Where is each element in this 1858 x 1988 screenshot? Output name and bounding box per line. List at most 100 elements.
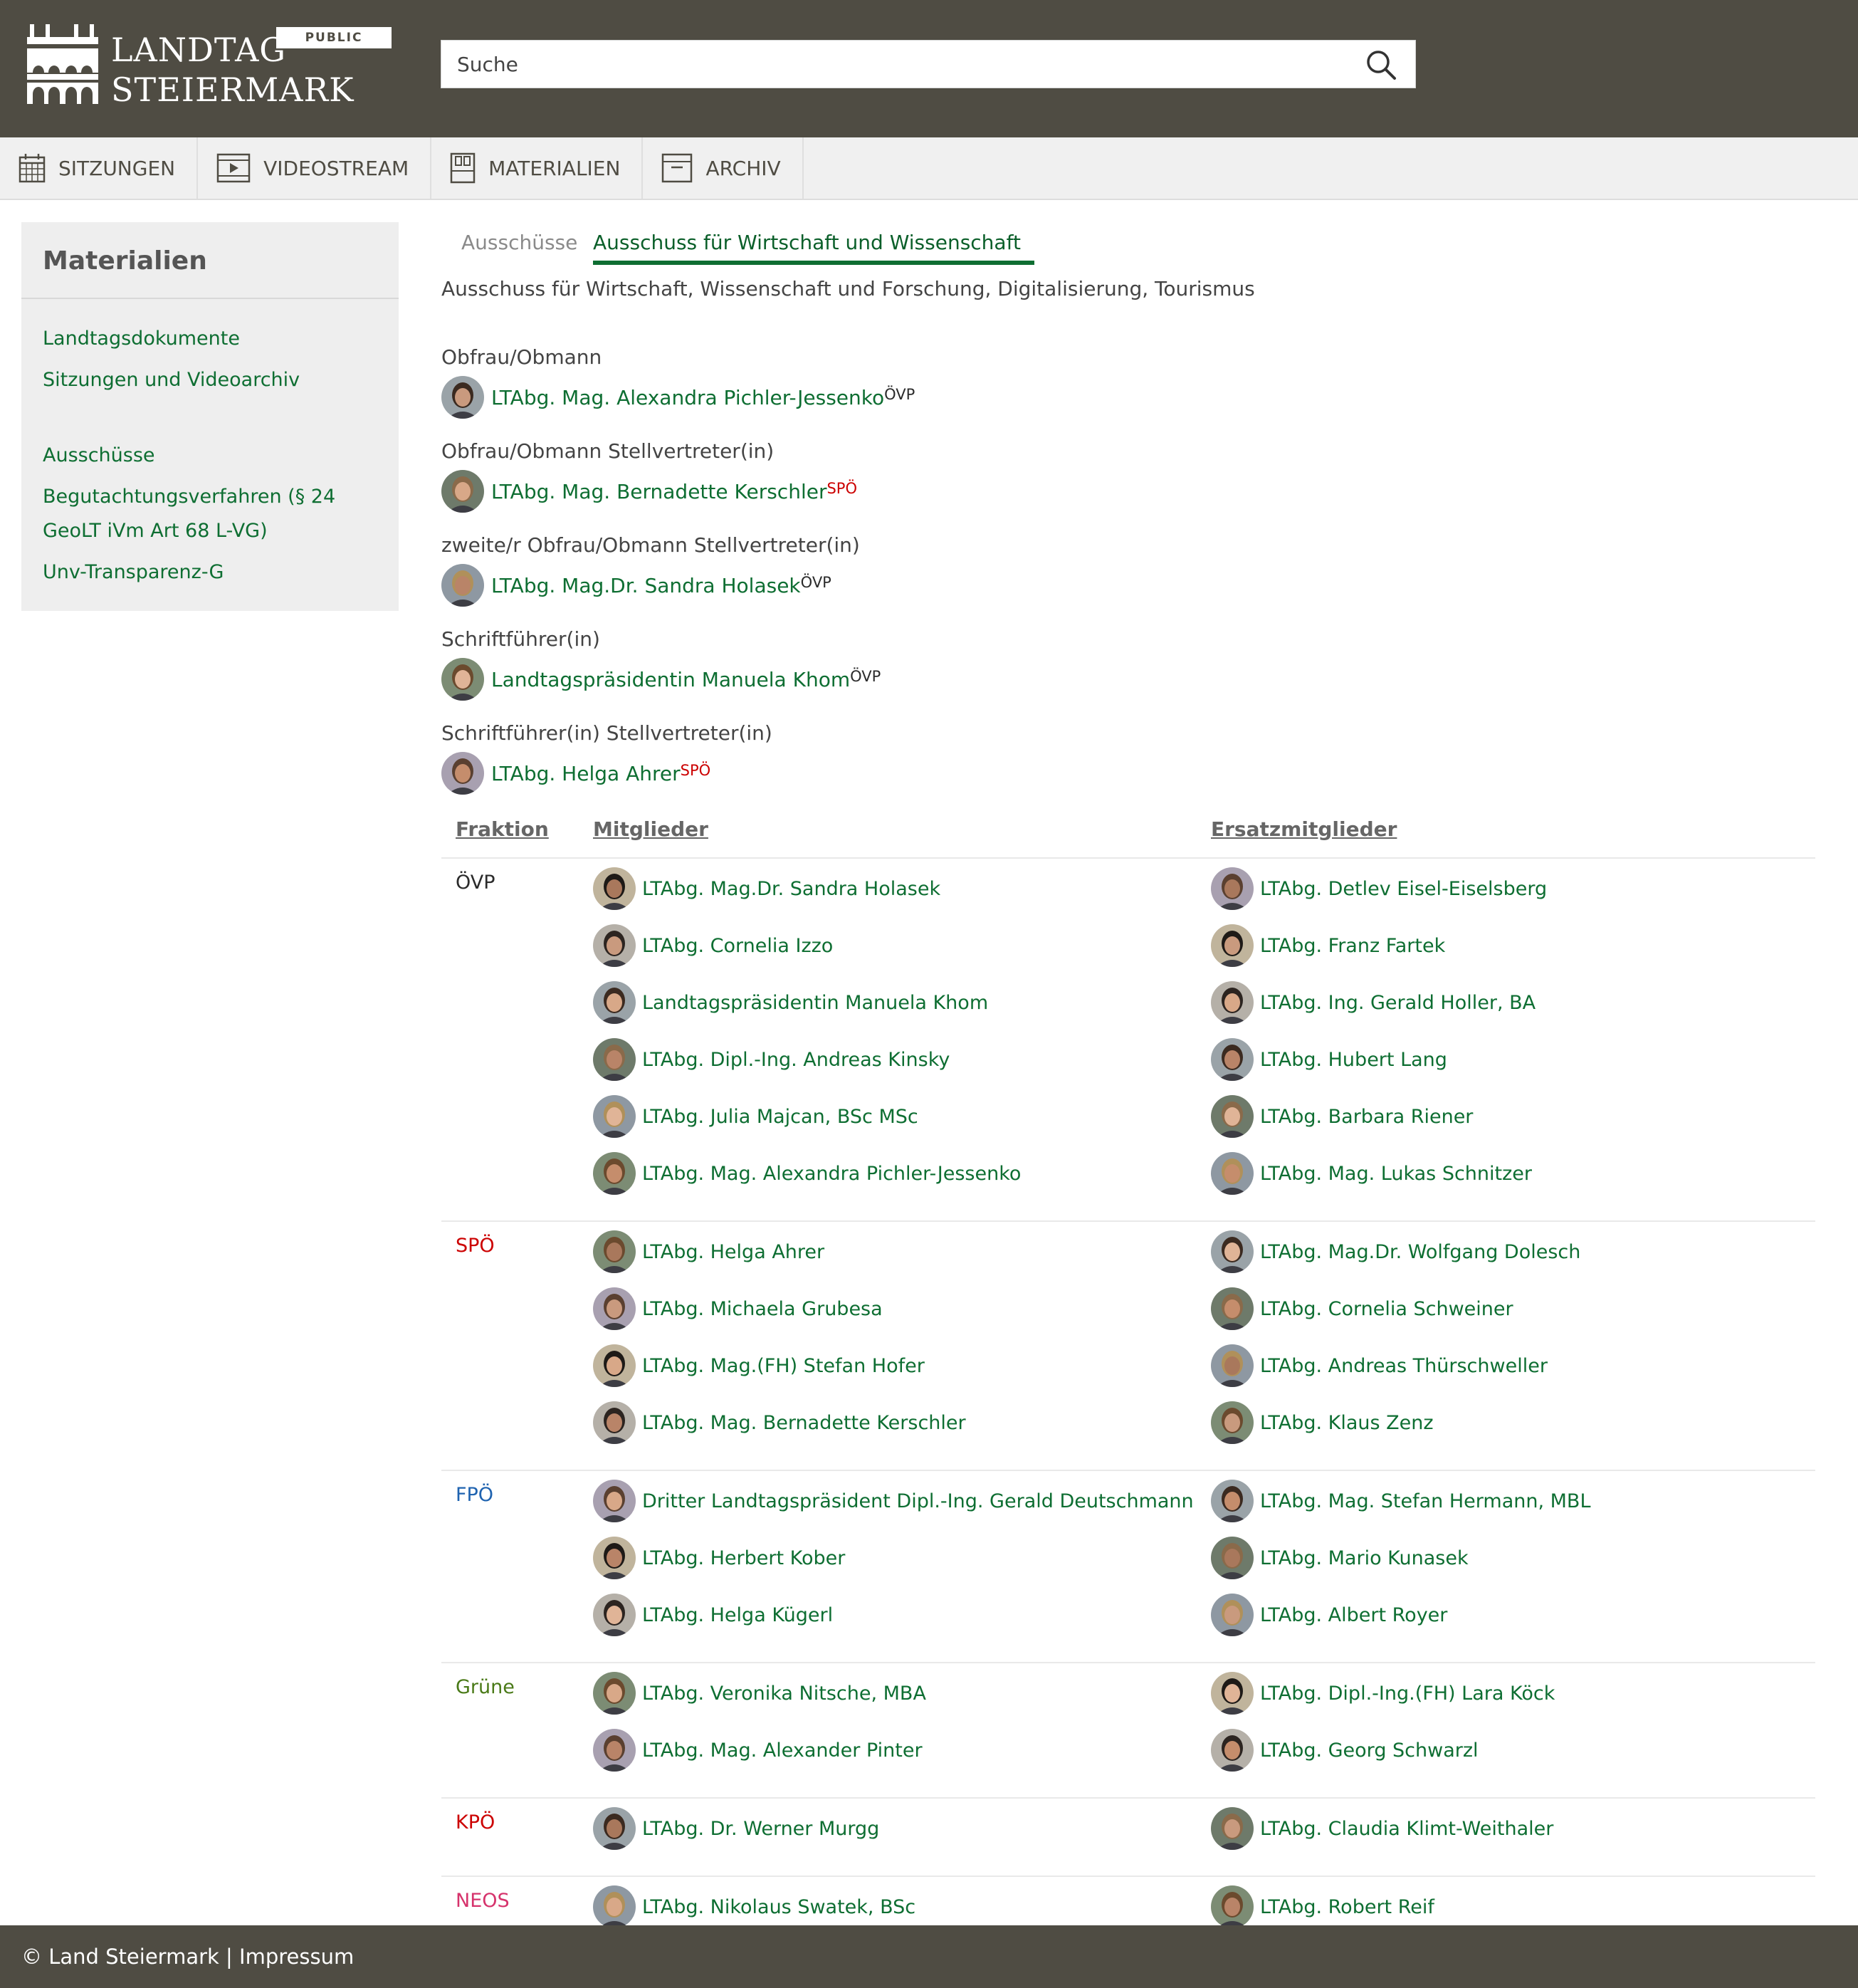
person-link[interactable]: LTAbg. Dipl.-Ing.(FH) Lara Köck [1260,1683,1555,1705]
role-person: LTAbg. Mag.Dr. Sandra Holasek ÖVP [441,564,831,607]
nav-sitzungen[interactable]: SITZUNGEN [0,137,199,199]
person-link[interactable]: Landtagspräsidentin Manuela Khom [491,668,850,691]
avatar[interactable] [1211,924,1254,967]
avatar[interactable] [1211,1344,1254,1387]
sidebar-link-transparenz[interactable]: Unv-Transparenz-G [43,555,370,590]
search-icon[interactable] [1365,49,1397,80]
person-link[interactable]: LTAbg. Julia Majcan, BSc MSc [642,1106,918,1128]
person-link[interactable]: LTAbg. Cornelia Izzo [642,935,833,957]
person-link[interactable]: LTAbg. Ing. Gerald Holler, BA [1260,992,1536,1014]
avatar[interactable] [593,1729,636,1772]
person-link[interactable]: LTAbg. Helga Ahrer [491,762,681,785]
person-link[interactable]: LTAbg. Mag. Lukas Schnitzer [1260,1163,1532,1185]
person-link[interactable]: LTAbg. Hubert Lang [1260,1049,1447,1071]
person-link[interactable]: LTAbg. Mag.(FH) Stefan Hofer [642,1355,925,1377]
avatar[interactable] [593,1885,636,1928]
avatar[interactable] [1211,1038,1254,1081]
avatar[interactable] [1211,1885,1254,1928]
sidebar-link-begutachtung-cont[interactable]: GeoLT iVm Art 68 L-VG) [43,514,370,548]
person-link[interactable]: LTAbg. Klaus Zenz [1260,1412,1434,1434]
person-link[interactable]: LTAbg. Barbara Riener [1260,1106,1473,1128]
impressum-link[interactable]: Impressum [239,1945,354,1969]
avatar[interactable] [593,1230,636,1273]
avatar[interactable] [441,470,484,513]
avatar[interactable] [1211,867,1254,910]
nav-archiv[interactable]: ARCHIV [643,137,804,199]
avatar[interactable] [1211,981,1254,1024]
person-link[interactable]: LTAbg. Robert Reif [1260,1896,1434,1918]
avatar[interactable] [593,981,636,1024]
avatar[interactable] [1211,1095,1254,1138]
person-link[interactable]: LTAbg. Helga Kügerl [642,1604,833,1626]
avatar[interactable] [441,752,484,795]
avatar[interactable] [593,867,636,910]
person-link[interactable]: LTAbg. Mag. Alexandra Pichler-Jessenko [642,1163,1021,1185]
avatar[interactable] [1211,1537,1254,1579]
avatar[interactable] [593,1038,636,1081]
avatar[interactable] [1211,1230,1254,1273]
person-link[interactable]: LTAbg. Mag.Dr. Wolfgang Dolesch [1260,1241,1580,1263]
person-link[interactable]: LTAbg. Nikolaus Swatek, BSc [642,1896,915,1918]
person-link[interactable]: LTAbg. Helga Ahrer [642,1241,824,1263]
avatar[interactable] [593,1480,636,1522]
person-link[interactable]: LTAbg. Mag.Dr. Sandra Holasek [491,574,801,597]
nav-materialien[interactable]: MATERIALIEN [431,137,644,199]
sidebar-link-landtagsdokumente[interactable]: Landtagsdokumente [43,322,370,356]
person-link[interactable]: LTAbg. Mag. Bernadette Kerschler [642,1412,966,1434]
person-link[interactable]: LTAbg. Franz Fartek [1260,935,1445,957]
person-link[interactable]: LTAbg. Michaela Grubesa [642,1298,883,1320]
avatar[interactable] [1211,1729,1254,1772]
tab-committee[interactable]: Ausschuss für Wirtschaft und Wissenschaf… [593,226,1021,259]
header-mitglieder[interactable]: Mitglieder [593,817,708,841]
avatar[interactable] [441,658,484,701]
sidebar-link-ausschuesse[interactable]: Ausschüsse [43,439,370,473]
person-link[interactable]: LTAbg. Mag.Dr. Sandra Holasek [642,878,940,900]
avatar[interactable] [593,1344,636,1387]
person-link[interactable]: Dritter Landtagspräsident Dipl.-Ing. Ger… [642,1490,1194,1512]
avatar[interactable] [441,564,484,607]
avatar[interactable] [593,1537,636,1579]
sidebar-link-sitzungen[interactable]: Sitzungen und Videoarchiv [43,363,370,397]
sidebar-link-begutachtung[interactable]: Begutachtungsverfahren (§ 24 [43,480,370,514]
person-link[interactable]: LTAbg. Mag. Alexandra Pichler-Jessenko [491,386,884,409]
landtag-logo[interactable]: LANDTAG STEIERMARK PUBLIC [27,21,392,109]
person-link[interactable]: LTAbg. Andreas Thürschweller [1260,1355,1548,1377]
avatar[interactable] [1211,1287,1254,1330]
avatar[interactable] [593,1152,636,1195]
person-link[interactable]: LTAbg. Detlev Eisel-Eiselsberg [1260,878,1547,900]
person-link[interactable]: LTAbg. Albert Royer [1260,1604,1447,1626]
search-input[interactable] [441,41,1360,88]
avatar[interactable] [593,1401,636,1444]
avatar[interactable] [1211,1672,1254,1715]
nav-videostream[interactable]: VIDEOSTREAM [198,137,432,199]
header-ersatzmitglieder[interactable]: Ersatzmitglieder [1211,817,1397,841]
party-badge: ÖVP [800,574,831,591]
avatar[interactable] [1211,1807,1254,1850]
avatar[interactable] [1211,1152,1254,1195]
avatar[interactable] [593,1807,636,1850]
avatar[interactable] [1211,1594,1254,1636]
person-link[interactable]: LTAbg. Mario Kunasek [1260,1547,1469,1569]
person-link[interactable]: LTAbg. Georg Schwarzl [1260,1740,1479,1762]
person-link[interactable]: LTAbg. Veronika Nitsche, MBA [642,1683,926,1705]
tab-ausschuesse[interactable]: Ausschüsse [461,226,577,259]
avatar[interactable] [441,376,484,419]
person-link[interactable]: LTAbg. Cornelia Schweiner [1260,1298,1513,1320]
avatar[interactable] [1211,1480,1254,1522]
person-link[interactable]: LTAbg. Dipl.-Ing. Andreas Kinsky [642,1049,950,1071]
person-link[interactable]: LTAbg. Mag. Stefan Hermann, MBL [1260,1490,1591,1512]
person-link[interactable]: Landtagspräsidentin Manuela Khom [642,992,988,1014]
avatar[interactable] [1211,1401,1254,1444]
avatar[interactable] [593,1287,636,1330]
header-fraktion[interactable]: Fraktion [456,817,549,841]
avatar[interactable] [593,924,636,967]
avatar[interactable] [593,1095,636,1138]
person-link[interactable]: LTAbg. Mag. Alexander Pinter [642,1740,923,1762]
person-link[interactable]: LTAbg. Herbert Kober [642,1547,845,1569]
avatar[interactable] [593,1672,636,1715]
person-link[interactable]: LTAbg. Claudia Klimt-Weithaler [1260,1818,1553,1840]
person-link[interactable]: LTAbg. Mag. Bernadette Kerschler [491,480,826,503]
role-person: LTAbg. Mag. Bernadette Kerschler SPÖ [441,470,857,513]
person-link[interactable]: LTAbg. Dr. Werner Murgg [642,1818,879,1840]
avatar[interactable] [593,1594,636,1636]
